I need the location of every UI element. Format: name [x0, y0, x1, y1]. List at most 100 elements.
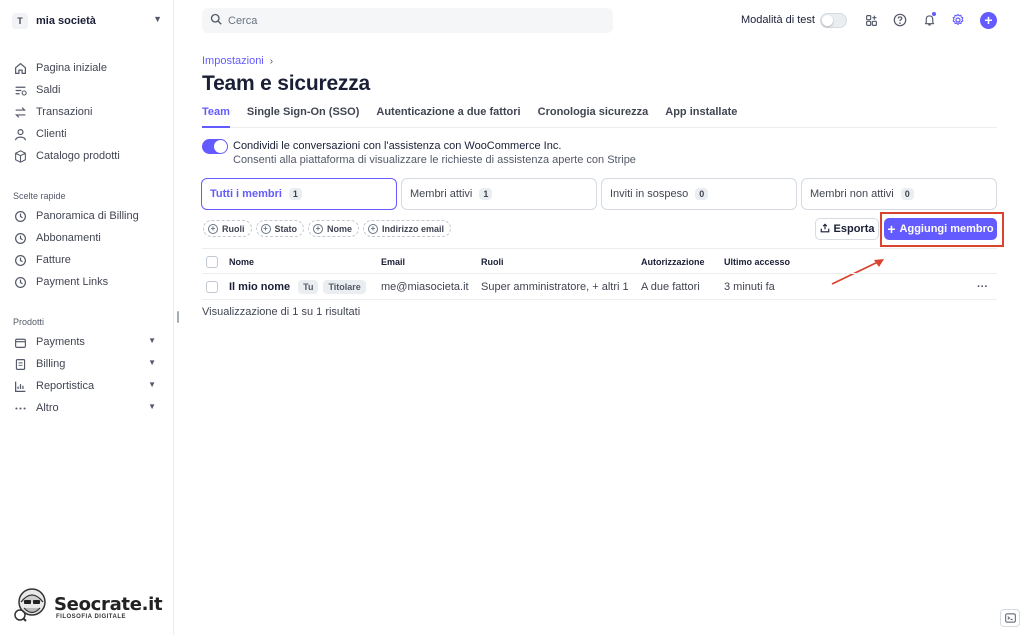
column-header-roles[interactable]: Ruoli: [481, 249, 504, 275]
filter-chip-status[interactable]: + Stato: [255, 220, 304, 237]
sidebar-item-payments[interactable]: Payments ▼: [12, 331, 162, 353]
plus-circle-icon: +: [313, 223, 323, 234]
watermark-logo: Seocrate.it FILOSOFIA DIGITALE: [12, 584, 163, 624]
filter-card-inactive-members[interactable]: Membri non attivi 0: [801, 178, 997, 210]
sidebar-item-billing[interactable]: Billing ▼: [12, 353, 162, 375]
filter-chip-label: Indirizzo email: [382, 223, 445, 234]
bell-icon[interactable]: [921, 12, 937, 28]
sidebar-item-label: Clienti: [36, 128, 67, 140]
help-icon[interactable]: [892, 12, 908, 28]
table-row[interactable]: Il mio nome Tu Titolare me@miasocieta.it…: [202, 274, 997, 300]
annotation-highlight-box: [880, 212, 1004, 247]
chevron-down-icon: ▼: [148, 358, 156, 367]
filter-card-label: Membri attivi: [410, 188, 473, 200]
tab-installed-apps[interactable]: App installate: [665, 106, 737, 128]
account-avatar: T: [12, 13, 28, 29]
sidebar-item-label: Catalogo prodotti: [36, 150, 120, 162]
quick-links-heading: Scelte rapide: [13, 191, 66, 201]
export-label: Esporta: [833, 223, 875, 235]
row-checkbox[interactable]: [206, 274, 218, 300]
plus-circle-icon: +: [208, 223, 218, 234]
member-name: Il mio nome: [229, 281, 291, 293]
column-header-email[interactable]: Email: [381, 249, 405, 275]
sidebar-item-payment-links[interactable]: Payment Links: [12, 271, 162, 293]
members-table: Nome Email Ruoli Autorizzazione Ultimo a…: [202, 248, 997, 300]
sidebar-item-reports[interactable]: Reportistica ▼: [12, 375, 162, 397]
breadcrumb-settings-link[interactable]: Impostazioni: [202, 55, 264, 67]
filter-chip-label: Nome: [327, 223, 353, 234]
terminal-icon[interactable]: [1000, 609, 1020, 627]
sidebar-resize-handle[interactable]: [177, 311, 179, 323]
sidebar-item-transactions[interactable]: Transazioni: [12, 101, 162, 123]
clock-icon: [12, 230, 28, 246]
tab-two-factor[interactable]: Autenticazione a due fattori: [376, 106, 520, 128]
column-header-authorization[interactable]: Autorizzazione: [641, 249, 705, 275]
wallet-icon: [12, 334, 28, 350]
export-button[interactable]: Esporta: [815, 218, 879, 240]
sidebar-item-balances[interactable]: Saldi: [12, 79, 162, 101]
user-icon: [12, 126, 28, 142]
test-mode-switch[interactable]: Modalità di test: [741, 12, 847, 28]
sidebar-item-invoices[interactable]: Fatture: [12, 249, 162, 271]
tab-sso[interactable]: Single Sign-On (SSO): [247, 106, 359, 128]
sidebar-item-label: Billing: [36, 358, 66, 370]
sidebar-item-billing-overview[interactable]: Panoramica di Billing: [12, 205, 162, 227]
account-switcher[interactable]: T mia società ▼: [12, 12, 162, 30]
sidebar-item-label: Transazioni: [36, 106, 93, 118]
filter-card-label: Tutti i membri: [210, 188, 282, 200]
column-header-name[interactable]: Nome: [229, 249, 254, 275]
main-nav: Pagina iniziale Saldi Transazioni Client…: [12, 57, 162, 167]
sidebar-item-subscriptions[interactable]: Abbonamenti: [12, 227, 162, 249]
bar-chart-icon: [12, 378, 28, 394]
count-badge: 0: [900, 188, 914, 200]
you-badge: Tu: [298, 280, 319, 294]
more-icon: [12, 400, 28, 416]
support-sharing-setting: Condividi le conversazioni con l'assiste…: [202, 139, 636, 167]
sidebar-item-label: Panoramica di Billing: [36, 210, 139, 222]
search-input[interactable]: [228, 14, 598, 27]
filter-card-all-members[interactable]: Tutti i membri 1: [201, 178, 397, 210]
select-all-checkbox[interactable]: [206, 249, 218, 275]
member-auth: A due fattori: [641, 281, 700, 293]
sidebar-item-products[interactable]: Catalogo prodotti: [12, 145, 162, 167]
create-new-icon[interactable]: +: [980, 12, 997, 29]
sidebar-item-label: Payment Links: [36, 276, 109, 288]
filter-chip-roles[interactable]: + Ruoli: [203, 220, 252, 237]
search-bar[interactable]: [202, 8, 613, 33]
member-last-access: 3 minuti fa: [724, 281, 775, 293]
balance-icon: [12, 82, 28, 98]
sidebar-item-home[interactable]: Pagina iniziale: [12, 57, 162, 79]
apps-icon[interactable]: [863, 12, 879, 28]
export-icon: [820, 222, 830, 236]
products-nav: Payments ▼ Billing ▼ Reportistica ▼ Altr…: [12, 331, 162, 419]
sidebar-item-more[interactable]: Altro ▼: [12, 397, 162, 419]
test-mode-toggle[interactable]: [819, 12, 847, 28]
table-header-row: Nome Email Ruoli Autorizzazione Ultimo a…: [202, 248, 997, 274]
column-header-last-access[interactable]: Ultimo accesso: [724, 249, 790, 275]
sidebar-item-label: Payments: [36, 336, 85, 348]
chevron-down-icon: ▼: [153, 14, 162, 24]
products-heading: Prodotti: [13, 317, 45, 327]
sidebar-item-label: Saldi: [36, 84, 61, 96]
filter-chip-label: Stato: [274, 223, 298, 234]
chevron-right-icon: ›: [269, 55, 274, 67]
support-sharing-toggle[interactable]: [202, 139, 228, 154]
watermark-tagline: FILOSOFIA DIGITALE: [56, 614, 126, 620]
filter-card-label: Inviti in sospeso: [610, 188, 689, 200]
filter-chip-email[interactable]: + Indirizzo email: [363, 220, 452, 237]
tab-security-history[interactable]: Cronologia sicurezza: [538, 106, 649, 128]
home-icon: [12, 60, 28, 76]
sidebar-item-label: Abbonamenti: [36, 232, 101, 244]
sidebar-item-customers[interactable]: Clienti: [12, 123, 162, 145]
filter-card-pending-invites[interactable]: Inviti in sospeso 0: [601, 178, 797, 210]
filter-chip-name[interactable]: + Nome: [308, 220, 360, 237]
more-actions-icon[interactable]: ···: [977, 274, 988, 300]
notification-dot: [932, 12, 936, 16]
member-roles: Super amministratore, + altri 1: [481, 281, 629, 293]
filter-card-active-members[interactable]: Membri attivi 1: [401, 178, 597, 210]
watermark-brand: Seocrate.it: [54, 594, 163, 615]
account-name: mia società: [36, 15, 96, 27]
tab-team[interactable]: Team: [202, 106, 230, 128]
member-filter-cards: Tutti i membri 1 Membri attivi 1 Inviti …: [201, 178, 997, 210]
gear-icon[interactable]: [950, 12, 966, 28]
